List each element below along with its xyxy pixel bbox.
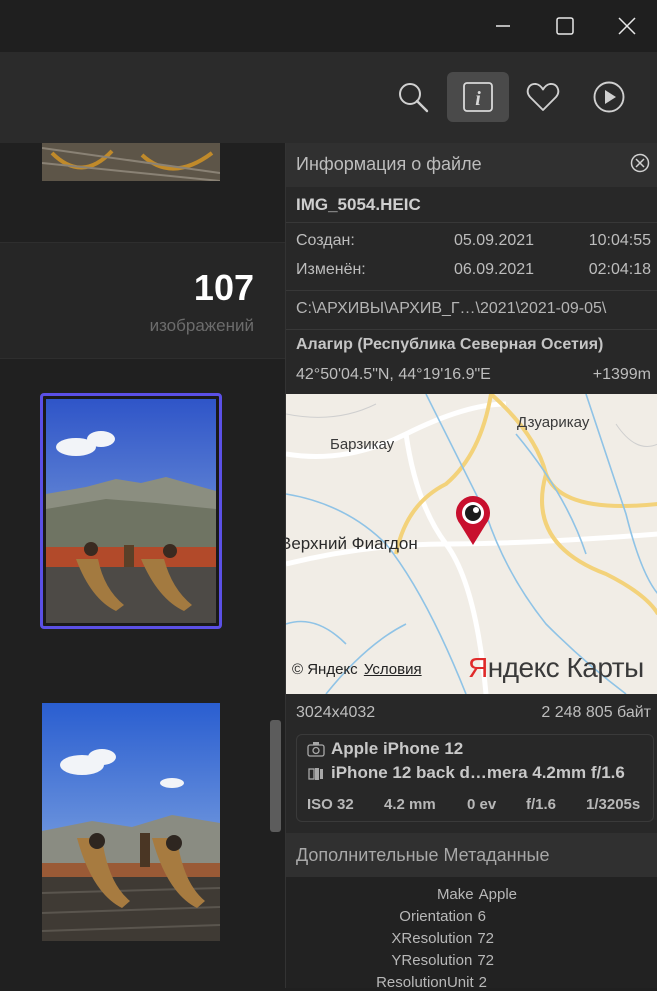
thumbnail-selected[interactable] [40, 393, 222, 629]
close-icon [618, 17, 636, 35]
close-panel-button[interactable] [630, 153, 650, 178]
title-bar [0, 0, 657, 52]
svg-text:i: i [475, 88, 481, 110]
modified-time: 02:04:18 [588, 261, 651, 278]
file-info-panel: Информация о файле IMG_5054.HEIC Создан:… [285, 143, 657, 991]
favorite-button[interactable] [512, 72, 574, 122]
altitude: +1399m [592, 366, 651, 383]
file-size: 2 248 805 байт [541, 704, 651, 721]
thumbnail-next[interactable] [42, 703, 220, 941]
map-label-dzuarikau: Дзуарикау [517, 414, 590, 431]
gps-coordinates: 42°50'04.5"N, 44°19'16.9"E [296, 366, 491, 383]
camera-info-box: Apple iPhone 12 iPhone 12 back d…mera 4.… [296, 734, 654, 822]
created-time: 10:04:55 [588, 232, 651, 249]
info-button[interactable]: i [447, 72, 509, 122]
search-icon [399, 83, 429, 113]
thumbnail-previous[interactable] [42, 143, 220, 181]
map-copyright: © Яндекс Условия [292, 661, 422, 678]
yandex-copyright: © Яндекс [292, 661, 358, 678]
minimize-button[interactable] [472, 0, 534, 52]
aperture: f/1.6 [526, 796, 557, 813]
slideshow-button[interactable] [578, 72, 640, 122]
modified-label: Изменён: [296, 261, 366, 278]
image-count: 107 [193, 267, 254, 308]
metadata-row: Orientation 6 [399, 908, 486, 925]
location-name: Алагир (Республика Северная Осетия) [296, 336, 604, 353]
maximize-icon [556, 17, 574, 35]
panel-title: Информация о файле [296, 154, 482, 174]
maximize-button[interactable] [534, 0, 596, 52]
camera-model: Apple iPhone 12 [331, 739, 464, 758]
created-date: 05.09.2021 [454, 232, 535, 249]
image-resolution: 3024x4032 [296, 704, 376, 721]
extra-metadata-title: Дополнительные Метаданные [296, 845, 550, 865]
metadata-row: XResolution 72 [391, 930, 494, 947]
shutter-speed: 1/3205s [586, 796, 641, 813]
camera-icon [307, 741, 325, 762]
divider [286, 290, 657, 291]
extra-metadata-header[interactable]: Дополнительные Метаданные [286, 833, 657, 877]
metadata-row: ResolutionUnit 2 [376, 974, 487, 991]
created-label: Создан: [296, 232, 355, 249]
modified-date: 06.09.2021 [454, 261, 535, 278]
yandex-maps-logo[interactable]: Яндекс Карты [468, 652, 644, 684]
focal-length: 4.2 mm [384, 796, 436, 813]
panel-header: Информация о файле [286, 143, 657, 187]
toolbar: i [0, 52, 657, 143]
info-icon: i [463, 82, 493, 112]
image-count-block: 107 изображений [0, 242, 285, 359]
file-name: IMG_5054.HEIC [296, 195, 421, 214]
thumbnail-image [42, 143, 220, 181]
thumbnail-image [46, 399, 216, 623]
map-label-barzikau: Барзикау [330, 436, 395, 453]
scrollbar-thumb[interactable] [270, 720, 281, 832]
image-count-label: изображений [149, 316, 254, 335]
metadata-row: YResolution 72 [391, 952, 494, 969]
map-terms-link[interactable]: Условия [364, 661, 422, 678]
metadata-row: Make Apple [436, 886, 517, 903]
lens-model: iPhone 12 back d…mera 4.2mm f/1.6 [331, 763, 625, 782]
heart-icon [526, 83, 560, 111]
iso-value: ISO 32 [307, 796, 354, 813]
map-pin [454, 494, 492, 551]
divider [286, 222, 657, 223]
play-icon [593, 81, 625, 113]
location-map[interactable]: Барзикау Дзуарикау Верхний Фиагдон © Янд… [286, 394, 657, 694]
map-label-verkhny-fiagdon: Верхний Фиагдон [286, 534, 418, 553]
thumbnail-image [42, 703, 220, 941]
close-circle-icon [630, 153, 650, 173]
divider [286, 329, 657, 330]
thumbnail-strip: 107 изображений [0, 143, 285, 988]
close-button[interactable] [596, 0, 657, 52]
extra-metadata-list: Make Apple Orientation 6 XResolution 72 YRe… [286, 877, 657, 991]
exposure-compensation: 0 ev [467, 796, 497, 813]
file-path[interactable]: C:\АРХИВЫ\АРХИВ_Г…\2021\2021-09-05\ [296, 300, 606, 318]
lens-icon [307, 766, 325, 787]
search-button[interactable] [382, 72, 444, 122]
map-pin-icon [456, 496, 490, 545]
minimize-icon [496, 25, 510, 27]
